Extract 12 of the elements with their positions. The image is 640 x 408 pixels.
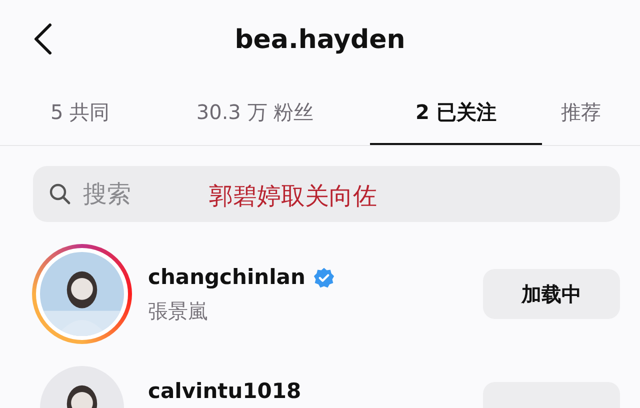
tab[interactable]: 30.3 万 粉丝 [140,80,370,145]
back-icon[interactable] [32,22,54,56]
full-name: 張景嵐 [148,298,209,325]
tab[interactable]: 5 共同 [20,80,140,145]
username[interactable]: changchinlan [148,262,306,294]
search-icon [49,183,71,205]
username[interactable]: calvintu1018 [148,376,302,408]
caption: 郭碧婷取关向佐 [209,181,377,212]
tab[interactable]: 2 已关注 [370,80,542,145]
tab[interactable]: 推荐 [542,80,620,145]
header-title: bea.hayden [234,24,406,56]
loading-button[interactable]: 加载中 [483,269,620,319]
